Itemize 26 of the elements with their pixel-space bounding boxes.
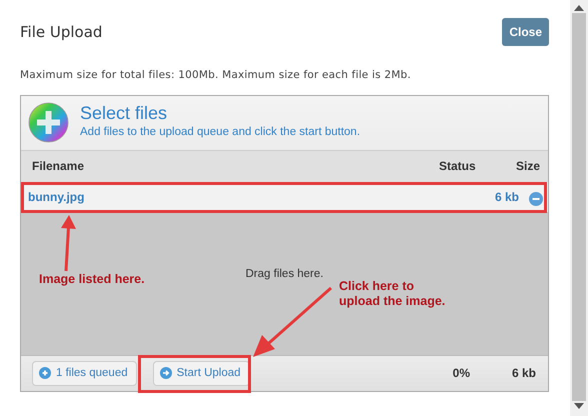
- column-header: Size: [516, 158, 540, 176]
- drop-hint: Drag files here.: [246, 266, 324, 282]
- annotation-text: Image listed here.: [39, 272, 145, 287]
- plus-icon: [39, 367, 51, 380]
- scrollbar[interactable]: [570, 0, 588, 416]
- column-header: Filename: [32, 158, 86, 176]
- dialog-title: File Upload: [20, 22, 102, 43]
- select-files-link[interactable]: Select files: [80, 104, 360, 124]
- upload-percent: 0%: [452, 365, 470, 382]
- remove-icon[interactable]: [529, 192, 543, 206]
- scroll-down-icon[interactable]: [574, 403, 584, 409]
- scroll-up-icon[interactable]: [574, 5, 584, 11]
- file-size: 6 kb: [494, 188, 519, 206]
- size-limit-text: Maximum size for total files: 100Mb. Maximum size for each file is 2Mb.: [20, 68, 412, 83]
- scrollbar-thumb[interactable]: [572, 13, 586, 401]
- annotation-text: Click here to upload the image.: [339, 278, 446, 309]
- column-header: Status: [438, 158, 477, 176]
- file-name: bunny.jpg: [28, 188, 84, 206]
- files-queued-button[interactable]: 1 files queued: [32, 360, 137, 386]
- arrow-right-icon: [160, 367, 172, 380]
- add-files-icon[interactable]: [28, 102, 69, 144]
- total-size: 6 kb: [512, 365, 536, 382]
- arrow: [60, 214, 76, 272]
- header-subtitle: Add files to the upload queue and click the start button.: [80, 125, 360, 140]
- close-button[interactable]: Close: [502, 18, 549, 46]
- start-upload-button[interactable]: Start Upload: [152, 360, 250, 386]
